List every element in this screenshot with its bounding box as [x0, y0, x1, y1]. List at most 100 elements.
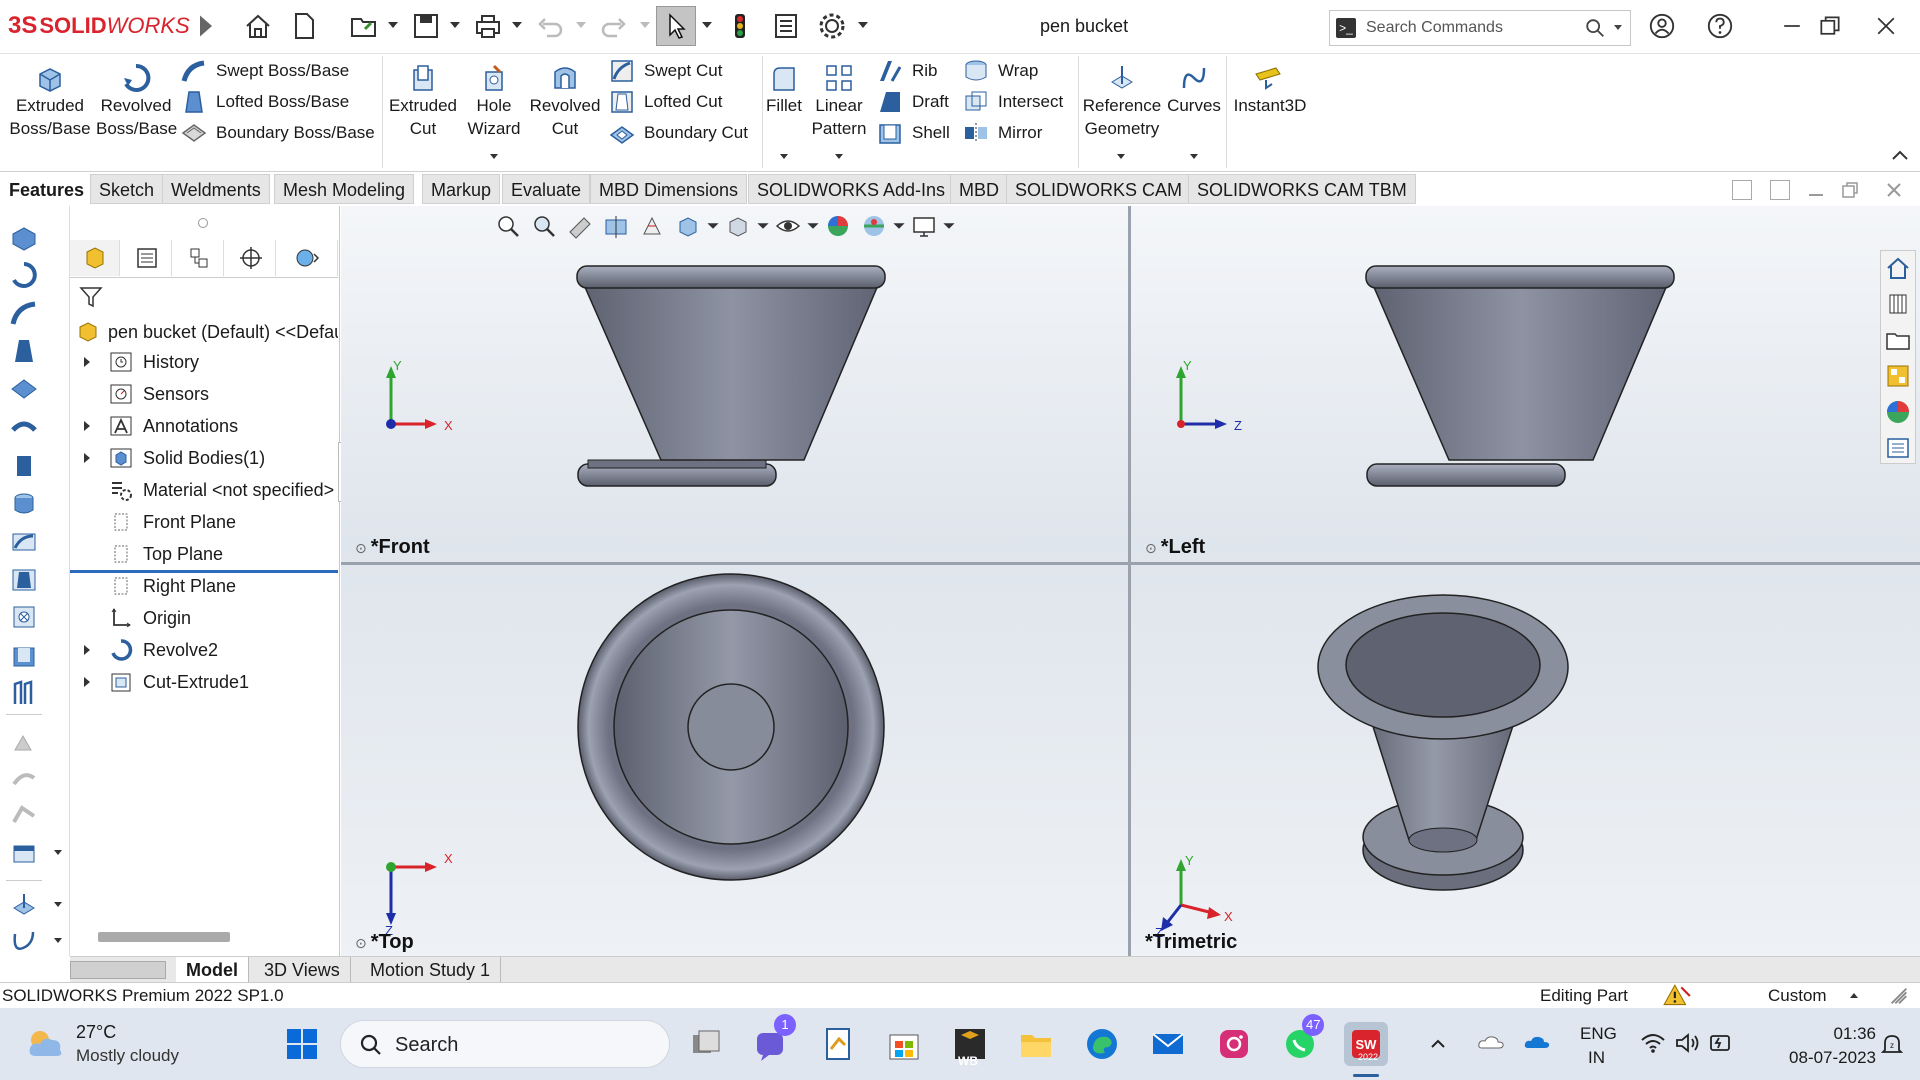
clock-time[interactable]: 01:36: [1810, 1024, 1876, 1044]
close-window-button[interactable]: [1866, 8, 1906, 44]
reference-geometry-button[interactable]: Reference Geometry: [1080, 60, 1164, 140]
hole-shortcut-icon[interactable]: [6, 600, 42, 634]
tree-item-origin[interactable]: Origin: [70, 603, 338, 633]
previous-view-icon[interactable]: [562, 209, 598, 243]
search-dropdown-icon[interactable]: [1614, 25, 1622, 30]
tab-mbd[interactable]: MBD: [950, 174, 1008, 204]
view-settings-dropdown-icon[interactable]: [942, 209, 956, 243]
view-palette-icon[interactable]: [1881, 359, 1915, 393]
custom-properties-icon[interactable]: [1881, 431, 1915, 465]
mail-icon[interactable]: [1146, 1022, 1190, 1066]
edit-appearance-icon[interactable]: [820, 209, 856, 243]
boundary-cut-button[interactable]: Boundary Cut: [608, 118, 748, 148]
tree-item-sensors[interactable]: Sensors: [70, 379, 338, 409]
tree-item-solid-bodies-1[interactable]: Solid Bodies(1): [70, 443, 338, 473]
solidworks-logo[interactable]: 3SSOLIDWORKS: [8, 12, 190, 40]
microsoft-store-icon[interactable]: [882, 1022, 926, 1066]
expand-arrow-icon[interactable]: [84, 421, 90, 431]
lofted-boss-button[interactable]: Lofted Boss/Base: [180, 87, 349, 117]
user-account-icon[interactable]: [1642, 8, 1682, 44]
lofted-cut-button[interactable]: Lofted Cut: [608, 87, 722, 117]
tile-left-icon[interactable]: [1732, 180, 1752, 200]
help-icon[interactable]: [1700, 8, 1740, 44]
scene-dropdown-icon[interactable]: [892, 209, 906, 243]
tab-mbd-dimensions[interactable]: MBD Dimensions: [590, 174, 748, 204]
expand-menu-icon[interactable]: [190, 10, 222, 42]
graphics-area[interactable]: Y X ⊙ *Front Y Z ⊙ *Left X Z ⊙ *Top Y X …: [341, 206, 1920, 956]
chamfer-shortcut-icon[interactable]: [6, 798, 42, 832]
units-selector[interactable]: Custom: [1768, 986, 1827, 1006]
pattern-dropdown-icon[interactable]: [835, 154, 843, 159]
restore-window-button[interactable]: [1810, 8, 1850, 44]
curves-dropdown-icon[interactable]: [54, 938, 62, 943]
windows-start-icon[interactable]: [280, 1022, 324, 1066]
tab-motion-study-1[interactable]: Motion Study 1: [360, 957, 502, 983]
fillet-dropdown-icon[interactable]: [780, 154, 788, 159]
shell-button[interactable]: Shell: [876, 118, 950, 148]
home-icon[interactable]: [242, 10, 274, 42]
wrap-button[interactable]: Wrap: [962, 56, 1038, 86]
hole-wizard-button[interactable]: Hole Wizard: [460, 60, 528, 140]
region-text[interactable]: IN: [1588, 1048, 1605, 1068]
file-explorer-taskbar-icon[interactable]: [1014, 1022, 1058, 1066]
view-orientation-dropdown-icon[interactable]: [706, 209, 720, 243]
tree-root-part[interactable]: pen bucket (Default) <<Default>: [70, 317, 338, 347]
expand-arrow-icon[interactable]: [84, 453, 90, 463]
section-view-icon[interactable]: [598, 209, 634, 243]
save-icon[interactable]: [410, 10, 442, 42]
notifications-icon[interactable]: z: [1880, 1032, 1904, 1063]
trimetric-view-pane[interactable]: Y X Z *Trimetric: [1131, 565, 1920, 956]
rib-button[interactable]: Rib: [876, 56, 938, 86]
onedrive-blue-cloud-icon[interactable]: [1522, 1032, 1552, 1057]
extruded-cut-button[interactable]: Extruded Cut: [386, 60, 460, 140]
reference-geometry-dropdown-icon[interactable]: [1117, 154, 1125, 159]
propertymanager-tab-icon[interactable]: [122, 240, 172, 276]
wifi-icon[interactable]: [1640, 1032, 1666, 1059]
file-explorer-icon[interactable]: [1881, 323, 1915, 357]
redo-dropdown-icon[interactable]: [640, 22, 650, 28]
tree-item-right-plane[interactable]: Right Plane: [70, 571, 338, 601]
curves-shortcut-icon[interactable]: [6, 924, 42, 958]
loft-shortcut-icon[interactable]: [6, 334, 42, 368]
pattern-shortcut-icon[interactable]: [6, 836, 42, 870]
view-minimize-icon[interactable]: [1806, 180, 1826, 200]
redo-icon[interactable]: [598, 10, 630, 42]
units-dropdown-icon[interactable]: [1850, 993, 1858, 998]
intersect-button[interactable]: Intersect: [962, 87, 1063, 117]
zoom-to-area-icon[interactable]: [526, 209, 562, 243]
tab-scroll-arrows[interactable]: [70, 961, 166, 979]
front-view-pane[interactable]: Y X ⊙ *Front: [341, 206, 1128, 562]
hide-show-dropdown-icon[interactable]: [806, 209, 820, 243]
appearances-scenes-icon[interactable]: [1881, 395, 1915, 429]
mirror-button[interactable]: Mirror: [962, 118, 1042, 148]
open-folder-icon[interactable]: [348, 10, 380, 42]
dimxpertmanager-tab-icon[interactable]: [226, 240, 276, 276]
top-view-pane[interactable]: X Z ⊙ *Top: [341, 565, 1128, 956]
reference-plane-shortcut-icon[interactable]: [6, 888, 42, 922]
tile-right-icon[interactable]: [1770, 180, 1790, 200]
select-pointer-icon[interactable]: [656, 6, 696, 46]
tab-mesh-modeling[interactable]: Mesh Modeling: [274, 174, 415, 204]
solidworks-resources-icon[interactable]: [1881, 251, 1915, 285]
revolve-shortcut-icon[interactable]: [6, 258, 42, 292]
undo-dropdown-icon[interactable]: [576, 22, 586, 28]
design-library-icon[interactable]: [1881, 287, 1915, 321]
tab-model[interactable]: Model: [176, 957, 249, 983]
sweep-shortcut-icon[interactable]: [6, 296, 42, 330]
tree-item-history[interactable]: History: [70, 347, 338, 377]
curves-dropdown-icon[interactable]: [1190, 154, 1198, 159]
tree-item-top-plane[interactable]: Top Plane: [70, 539, 338, 569]
view-close-icon[interactable]: [1884, 180, 1904, 200]
hide-show-items-icon[interactable]: [770, 209, 806, 243]
lofted-cut-shortcut-icon[interactable]: [6, 562, 42, 596]
tab-sketch[interactable]: Sketch: [90, 174, 164, 204]
tab-solidworks-cam-tbm[interactable]: SOLIDWORKS CAM TBM: [1188, 174, 1416, 204]
tree-item-annotations[interactable]: Annotations: [70, 411, 338, 441]
search-input[interactable]: [1366, 17, 1566, 39]
battery-charging-icon[interactable]: [1708, 1030, 1734, 1061]
select-dropdown-icon[interactable]: [702, 22, 712, 28]
shell-shortcut-icon[interactable]: [6, 638, 42, 672]
show-hidden-icons-chevron[interactable]: [1428, 1034, 1448, 1059]
expand-arrow-icon[interactable]: [84, 645, 90, 655]
tab-solidworks-add-ins[interactable]: SOLIDWORKS Add-Ins: [748, 174, 955, 204]
